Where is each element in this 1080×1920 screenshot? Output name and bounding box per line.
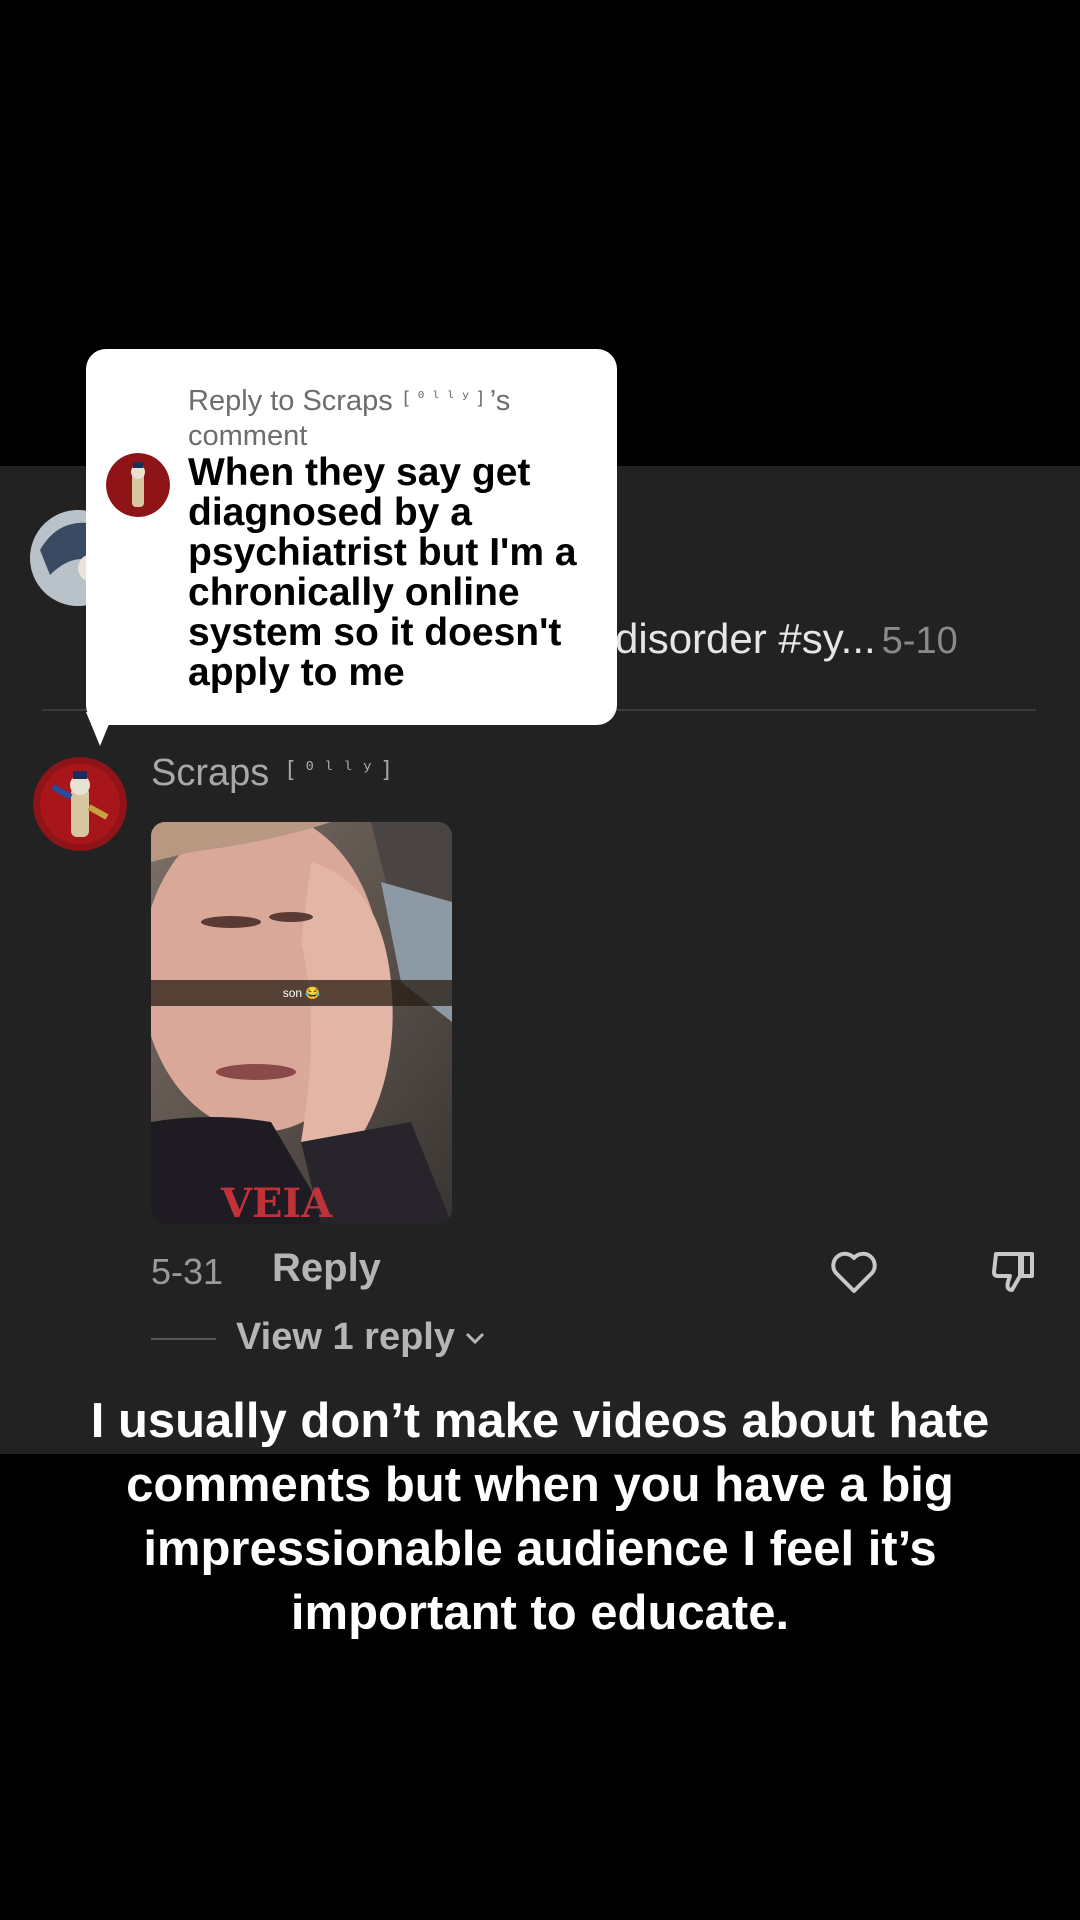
view-replies-label: View 1 reply [236, 1316, 455, 1358]
heart-icon [831, 1251, 877, 1293]
clown-avatar-icon [33, 757, 127, 851]
chevron-down-icon [463, 1317, 487, 1360]
svg-text:VEIA: VEIA [220, 1180, 333, 1224]
previous-comment-text: disorder #sy... 5-10 [615, 615, 958, 662]
selfie-photo: VEIA [151, 822, 452, 1224]
view-replies-button[interactable]: View 1 reply [236, 1316, 487, 1360]
video-caption: I usually don’t make videos about hate c… [90, 1394, 990, 1640]
quoted-comment-text: When they say get diagnosed by a psychia… [188, 451, 577, 694]
photo-caption-bar: son 😂 [151, 980, 452, 1006]
like-button[interactable] [826, 1244, 882, 1300]
replies-indent-line [151, 1338, 216, 1340]
thumbs-down-icon [992, 1252, 1034, 1292]
comment-photo[interactable]: VEIA son 😂 [151, 822, 452, 1224]
comment-date: 5-31 [151, 1251, 224, 1292]
username-tag: [⁰ˡˡʸ] [283, 758, 400, 783]
bubble-avatar [106, 453, 170, 517]
reply-quote-bubble: Reply to Scraps [⁰ˡˡʸ]’s comment When th… [86, 349, 617, 725]
commenter-username[interactable]: Scraps [⁰ˡˡʸ] [151, 752, 399, 795]
clown-avatar-icon [106, 453, 170, 517]
reply-to-label: Reply to Scraps [⁰ˡˡʸ]’s comment [188, 385, 511, 452]
reply-button[interactable]: Reply [272, 1246, 381, 1291]
bubble-tail [86, 712, 114, 746]
commenter-avatar[interactable] [33, 757, 127, 851]
dislike-button[interactable] [986, 1244, 1042, 1300]
previous-comment-date: 5-10 [881, 620, 958, 662]
